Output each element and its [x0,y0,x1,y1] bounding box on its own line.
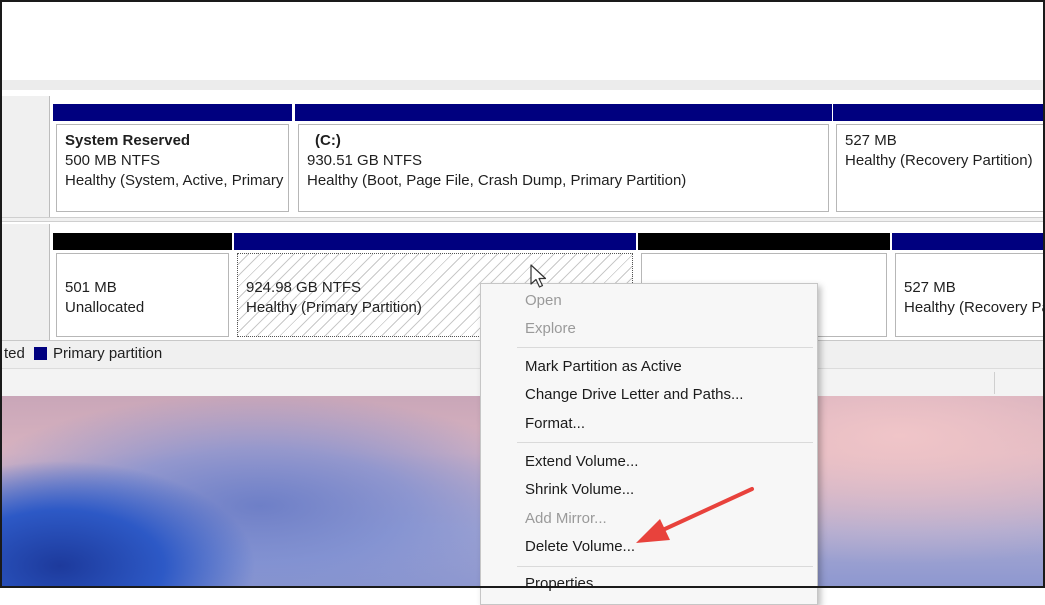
mouse-pointer-icon [530,264,547,288]
partition-body: System Reserved 500 MB NTFS Healthy (Sys… [56,124,289,212]
menu-separator [517,566,813,567]
annotation-arrow-icon [636,487,754,543]
legend-primary-label: Primary partition [53,345,163,362]
partition-recovery-disk1[interactable]: 527 MB Healthy (Recovery Pa [892,233,1045,341]
partition-body: (C:) 930.51 GB NTFS Healthy (Boot, Page … [298,124,829,212]
partition-recovery-disk0[interactable]: 527 MB Healthy (Recovery Partition) [833,104,1045,216]
menu-separator [517,442,813,443]
menu-item-mark-active[interactable]: Mark Partition as Active [525,358,682,375]
partition-c-drive[interactable]: (C:) 930.51 GB NTFS Healthy (Boot, Page … [295,104,832,216]
disk-0-label[interactable] [0,96,50,218]
partition-status: Healthy (Recovery Partition) [845,152,1033,169]
partition-body: 527 MB Healthy (Recovery Pa [895,253,1044,337]
status-divider [994,372,995,394]
menu-item-explore[interactable]: Explore [525,320,576,337]
menu-item-format[interactable]: Format... [525,415,585,432]
partition-header [53,104,292,121]
partition-title: (C:) [315,132,341,149]
menu-separator [517,347,813,348]
partition-body: 501 MB Unallocated [56,253,229,337]
legend-unallocated-label: ted [4,345,25,362]
partition-header [833,104,1045,121]
partition-header [234,233,636,250]
partition-header [892,233,1045,250]
partition-title: System Reserved [65,132,191,149]
disk-row-separator [0,217,1045,222]
menu-item-change-drive-letter[interactable]: Change Drive Letter and Paths... [525,386,743,403]
context-menu: Open Explore Mark Partition as Active Ch… [480,283,818,605]
partition-system-reserved[interactable]: System Reserved 500 MB NTFS Healthy (Sys… [53,104,292,216]
partition-status: Healthy (System, Active, Primary [65,172,284,189]
window-top-area [0,0,1045,80]
menu-item-add-mirror[interactable]: Add Mirror... [525,510,607,527]
menu-item-properties[interactable]: Properties [525,575,593,592]
partition-header [295,104,832,121]
menu-item-delete-volume[interactable]: Delete Volume... [525,538,635,555]
menu-item-shrink-volume[interactable]: Shrink Volume... [525,481,634,498]
partition-status: Healthy (Recovery Pa [904,299,1044,316]
partition-status: Unallocated [65,299,145,316]
partition-size: 527 MB [845,132,897,149]
legend-primary-swatch [34,347,47,360]
partition-header [53,233,232,250]
partition-size: 930.51 GB NTFS [307,152,423,169]
partition-header [638,233,890,250]
menu-item-extend-volume[interactable]: Extend Volume... [525,453,638,470]
menu-item-open[interactable]: Open [525,292,562,309]
disk-1-label[interactable] [0,224,50,340]
partition-unallocated[interactable]: 501 MB Unallocated [53,233,232,341]
partition-size: 500 MB NTFS [65,152,161,169]
partition-size: 501 MB [65,279,117,296]
partition-status: Healthy (Boot, Page File, Crash Dump, Pr… [307,172,687,189]
partition-body: 527 MB Healthy (Recovery Partition) [836,124,1044,212]
partition-size: 527 MB [904,279,956,296]
